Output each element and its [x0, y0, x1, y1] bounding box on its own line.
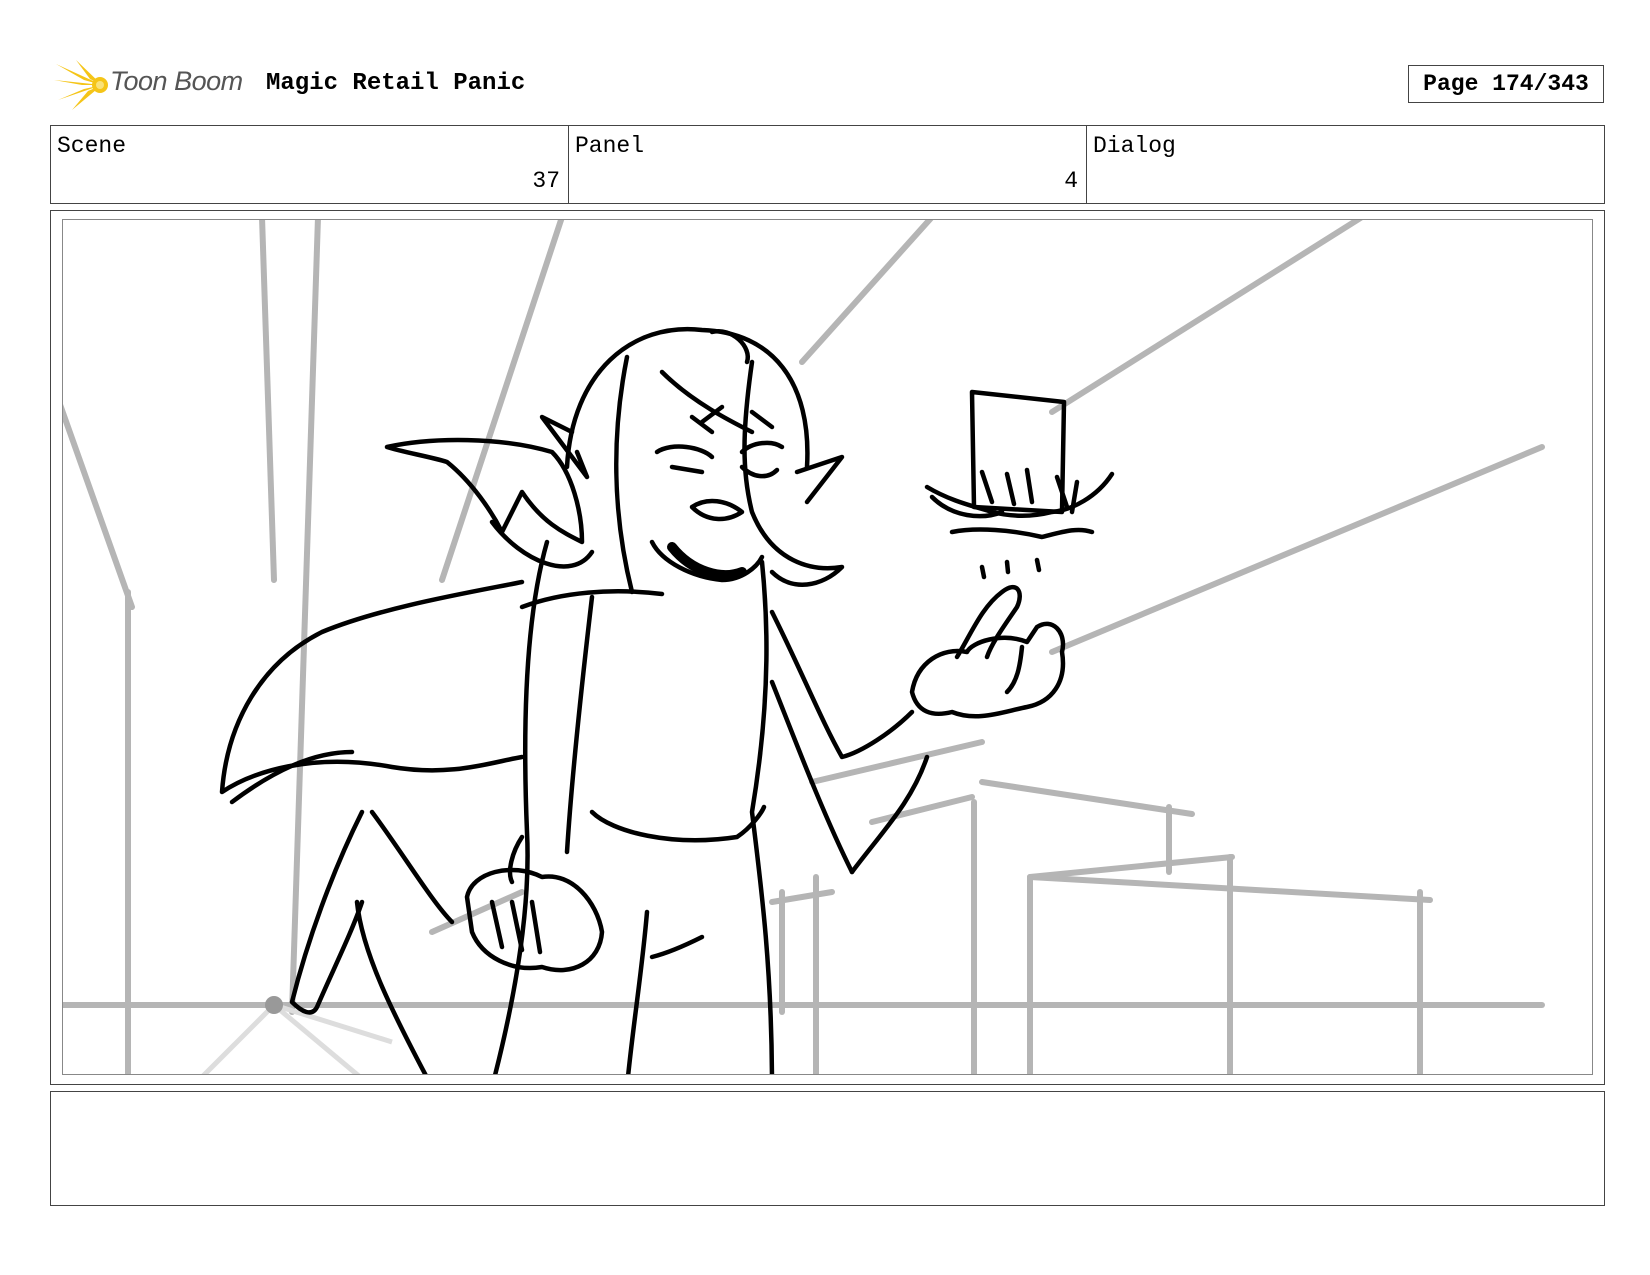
character-drawing [219, 326, 1115, 1074]
page-indicator: Page 174/343 [1408, 65, 1604, 103]
panel-value: 4 [1064, 168, 1078, 194]
panel-label: Panel [575, 133, 645, 159]
background-layout-lines [63, 220, 1545, 1074]
storyboard-header-table: Scene 37 Panel 4 Dialog [50, 125, 1605, 204]
dialog-label: Dialog [1093, 133, 1176, 159]
panel-sketch [63, 220, 1545, 1074]
panel-cell: Panel 4 [569, 126, 1087, 203]
project-title: Magic Retail Panic [266, 70, 526, 97]
brand-name: Toon Boom [110, 66, 243, 96]
scene-cell: Scene 37 [51, 126, 569, 203]
dialog-cell: Dialog [1087, 126, 1604, 203]
starburst-icon [54, 60, 108, 110]
scene-value: 37 [532, 168, 560, 194]
page-label: Page 174/343 [1423, 71, 1589, 97]
toon-boom-logo: Toon Boom [54, 58, 254, 112]
action-notes-box [50, 1091, 1605, 1206]
scene-label: Scene [57, 133, 127, 159]
storyboard-panel [50, 210, 1605, 1085]
panel-safe-area [62, 219, 1593, 1075]
